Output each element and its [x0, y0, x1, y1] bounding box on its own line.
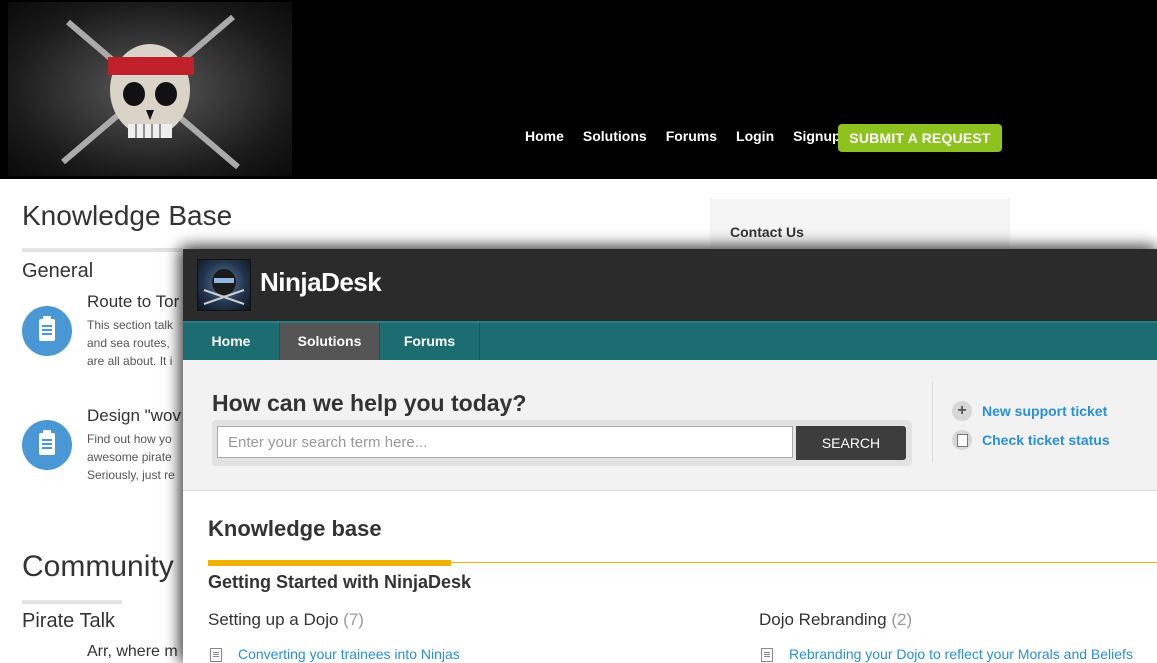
divider: [22, 248, 182, 252]
search-input[interactable]: [217, 426, 793, 458]
page-title: Knowledge Base: [22, 200, 233, 231]
tab-forums[interactable]: Forums: [380, 323, 480, 360]
document-icon: [952, 430, 972, 450]
section-name[interactable]: Setting up a Dojo: [208, 610, 338, 629]
clipboard-icon: [22, 306, 72, 356]
search-bar: SEARCH: [212, 420, 912, 466]
article-title[interactable]: Design "wov: [87, 406, 181, 426]
category-accent-bar: [208, 560, 451, 566]
nav-home-link[interactable]: Home: [525, 128, 564, 144]
category-title[interactable]: Getting Started with NinjaDesk: [208, 572, 471, 593]
nav-signup-link[interactable]: Signup: [793, 128, 840, 144]
contact-us-heading[interactable]: Contact Us: [730, 224, 804, 240]
search-hero: How can we help you today? SEARCH + New …: [183, 360, 1157, 491]
pirate-main-nav: Home Solutions Forums Login Signup: [525, 128, 860, 144]
tab-home[interactable]: Home: [183, 323, 280, 360]
check-ticket-status-link[interactable]: Check ticket status: [982, 432, 1110, 448]
nav-forums-link[interactable]: Forums: [666, 128, 717, 144]
forum-excerpt: Arr, where m: [87, 643, 178, 660]
section-title-community: Community: [22, 550, 174, 583]
section-title-setting-up-a-dojo[interactable]: Setting up a Dojo (7): [208, 610, 364, 630]
pirate-skull-logo[interactable]: [8, 2, 292, 176]
ninjadesk-nav: Home Solutions Forums: [183, 321, 1157, 360]
brand-name[interactable]: NinjaDesk: [260, 267, 382, 298]
article-count: (2): [891, 610, 913, 629]
section-title-dojo-rebranding[interactable]: Dojo Rebranding (2): [759, 610, 912, 630]
hero-title: How can we help you today?: [212, 390, 527, 416]
article-excerpt: Seriously, just re: [87, 468, 175, 482]
article-excerpt: This section talk: [87, 318, 174, 332]
article-excerpt: are all about. It i: [87, 354, 173, 368]
article-excerpt: Find out how yo: [87, 432, 172, 446]
nav-login-link[interactable]: Login: [736, 128, 774, 144]
document-icon: [761, 648, 773, 662]
search-button[interactable]: SEARCH: [796, 426, 906, 460]
article-link[interactable]: Rebranding your Dojo to reflect your Mor…: [789, 646, 1133, 662]
ninjadesk-header: NinjaDesk: [183, 249, 1157, 321]
pirate-site-header: Home Solutions Forums Login Signup SUBMI…: [0, 0, 1157, 179]
divider: [22, 600, 122, 604]
ninja-mask-icon: [203, 269, 245, 305]
nav-solutions-link[interactable]: Solutions: [583, 128, 647, 144]
clipboard-icon: [22, 420, 72, 470]
article-excerpt: awesome pirate: [87, 450, 172, 464]
skull-crossed-swords-icon: [61, 14, 240, 170]
tab-solutions[interactable]: Solutions: [280, 323, 380, 360]
kb-title: Knowledge base: [208, 516, 382, 541]
article-excerpt: and sea routes,: [87, 336, 170, 350]
document-icon: [210, 648, 222, 662]
ninjadesk-window: NinjaDesk Home Solutions Forums How can …: [183, 249, 1157, 663]
submit-request-button[interactable]: SUBMIT A REQUEST: [838, 124, 1002, 152]
divider: [932, 382, 933, 462]
article-title[interactable]: Route to Tor: [87, 292, 179, 312]
section-title-general[interactable]: General: [22, 260, 93, 283]
ninja-logo-icon[interactable]: [197, 259, 251, 311]
forum-title-pirate-talk[interactable]: Pirate Talk: [22, 610, 115, 633]
article-count: (7): [343, 610, 364, 629]
section-name[interactable]: Dojo Rebranding: [759, 610, 887, 629]
article-link[interactable]: Converting your trainees into Ninjas: [238, 646, 460, 662]
plus-icon: +: [952, 401, 972, 421]
new-support-ticket-link[interactable]: New support ticket: [982, 403, 1107, 419]
